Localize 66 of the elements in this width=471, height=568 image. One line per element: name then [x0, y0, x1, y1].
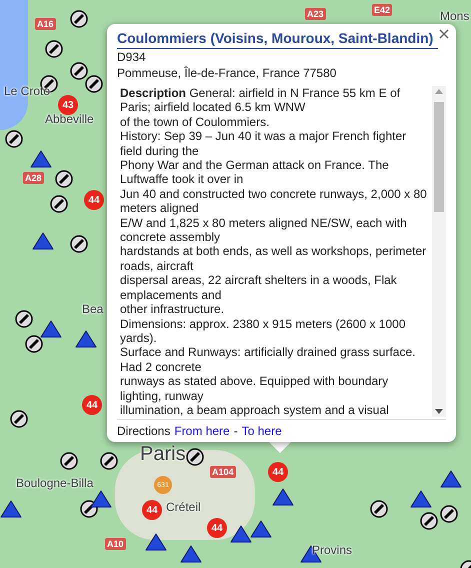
description-text: History: Sep 39 – Jun 40 it was a major French fighter field during the	[120, 129, 408, 158]
close-icon	[439, 29, 449, 39]
triangle-marker-icon[interactable]	[440, 470, 462, 488]
airfield-marker-icon[interactable]	[70, 62, 88, 80]
to-here-link[interactable]: To here	[242, 424, 282, 438]
airfield-marker-icon[interactable]	[60, 452, 78, 470]
place-label: Provins	[312, 543, 352, 557]
triangle-marker-icon[interactable]	[40, 320, 62, 338]
numbered-marker[interactable]: 44	[84, 190, 104, 210]
description-text: of the town of Coulommiers.	[120, 114, 270, 130]
triangle-marker-icon[interactable]	[75, 330, 97, 348]
place-label: Créteil	[166, 500, 201, 514]
triangle-marker-icon[interactable]	[272, 488, 294, 506]
place-label: Paris	[140, 443, 186, 466]
airfield-marker-icon[interactable]	[370, 500, 388, 518]
airfield-marker-icon[interactable]	[70, 10, 88, 28]
airfield-marker-icon[interactable]	[10, 410, 28, 428]
from-here-link[interactable]: From here	[174, 424, 230, 438]
description-text: illumination, a beam approach system and a visual	[120, 402, 390, 417]
road-label: A23	[305, 8, 326, 20]
road-label: A16	[35, 18, 56, 30]
road-label: A10	[105, 538, 126, 550]
scrollbar-thumb[interactable]	[434, 102, 444, 212]
address-line: Pommeuse, Île-de-France, France 77580	[117, 65, 338, 81]
address-line: D934	[117, 49, 147, 65]
triangle-marker-icon[interactable]	[230, 525, 252, 543]
description-text: Jun 40 and constructed two concrete runways, 2,000 x 80 meters aligned	[120, 186, 428, 216]
triangle-marker-icon[interactable]	[0, 500, 22, 518]
scrollbar[interactable]	[432, 86, 446, 417]
popup-title: Coulommiers (Voisins, Mouroux, Saint-Blandin)	[117, 30, 438, 49]
airfield-marker-icon[interactable]	[70, 235, 88, 253]
triangle-marker-icon[interactable]	[250, 520, 272, 538]
triangle-marker-icon[interactable]	[90, 490, 112, 508]
airfield-marker-icon[interactable]	[55, 170, 73, 188]
description-text: Dimensions: approx. 2380 x 915 meters (2600 x 1000 yards).	[120, 316, 406, 346]
place-label: Boulogne-Billa	[16, 476, 94, 490]
scroll-down-icon[interactable]	[435, 409, 443, 414]
airfield-marker-icon[interactable]	[45, 40, 63, 58]
airfield-marker-icon[interactable]	[85, 75, 103, 93]
airfield-marker-icon[interactable]	[25, 335, 43, 353]
airfield-marker-icon[interactable]	[50, 195, 68, 213]
airfield-marker-icon[interactable]	[440, 505, 458, 523]
numbered-marker[interactable]: 44	[82, 395, 102, 415]
triangle-marker-icon[interactable]	[32, 232, 54, 250]
place-label: Le Croto	[4, 84, 50, 98]
road-label: E42	[372, 4, 392, 16]
airfield-marker-icon[interactable]	[15, 310, 33, 328]
airfield-marker-icon[interactable]	[100, 452, 118, 470]
description-text: Phony War and the German attack on France. The Luftwaffe took it over in	[120, 158, 390, 187]
numbered-marker[interactable]: 43	[58, 95, 78, 115]
road-label: A104	[210, 466, 236, 478]
triangle-marker-icon[interactable]	[30, 150, 52, 168]
airfield-marker-icon[interactable]	[5, 130, 23, 148]
place-label: Mons	[440, 9, 470, 23]
triangle-marker-icon[interactable]	[180, 545, 202, 563]
separator: -	[234, 424, 238, 438]
place-label: Bea	[82, 302, 104, 316]
place-label: Abbeville	[45, 112, 94, 126]
directions-label: Directions	[117, 424, 170, 438]
airfield-marker-icon[interactable]	[420, 512, 438, 530]
triangle-marker-icon[interactable]	[145, 533, 167, 551]
description-text: other infrastructure.	[120, 302, 226, 316]
numbered-marker[interactable]: 44	[268, 462, 288, 482]
airfield-marker-icon[interactable]	[186, 448, 204, 466]
road-label: A28	[23, 172, 44, 184]
triangle-marker-icon[interactable]	[410, 490, 432, 508]
